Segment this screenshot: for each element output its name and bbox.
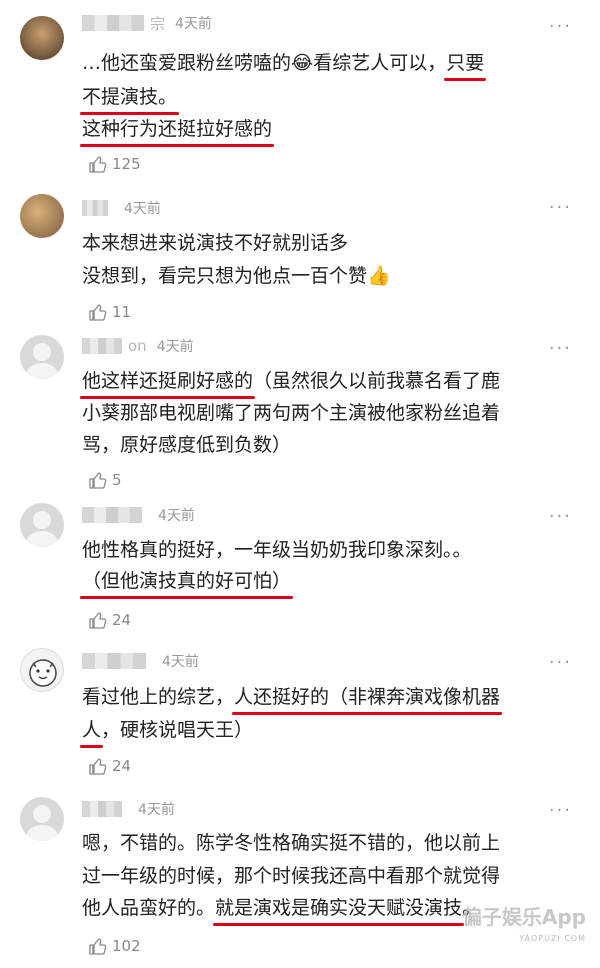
comment-text-line: 这种行为还挺拉好感的: [82, 118, 273, 140]
watermark: 偏子娱乐App YAOPUZI.COM: [462, 906, 586, 950]
more-options-icon[interactable]: ···: [549, 508, 572, 526]
avatar[interactable]: [20, 16, 64, 60]
more-options-icon[interactable]: ···: [549, 340, 572, 358]
comment-time: 4天前: [138, 802, 175, 818]
comment-text-line: 本来想进来说演技不好就别话多: [82, 232, 349, 254]
comment-text-line: 他人品蛮好的。就是演戏是确实没天赋没演技。: [82, 897, 482, 919]
more-options-icon[interactable]: ···: [549, 802, 572, 820]
like-count: 24: [112, 611, 132, 629]
username-mosaic: [82, 507, 142, 523]
comment-text-line: 他这样还挺刷好感的（虽然很久以前我慕名看了鹿: [82, 370, 501, 392]
avatar[interactable]: [20, 648, 64, 692]
comment-time: 4天前: [175, 16, 212, 32]
more-options-icon[interactable]: ···: [549, 18, 572, 36]
thumbs-up-icon: [89, 938, 107, 955]
like-count: 24: [112, 757, 132, 775]
cartoon-face-icon: [29, 659, 57, 687]
like-count: 102: [112, 937, 141, 955]
username-tail: 宗: [150, 14, 166, 33]
comment-text-line: 人，硬核说唱天王）: [82, 719, 254, 741]
thumbs-up-icon: [89, 758, 107, 775]
comment-text-line: 小葵那部电视剧嘴了两句两个主演被他家粉丝追着: [82, 402, 501, 424]
thumbs-up-icon: [89, 304, 107, 321]
comment-time: 4天前: [162, 654, 199, 670]
username-mosaic: [82, 200, 108, 216]
comment-text-line: （但他演技真的好可怕）: [82, 570, 292, 592]
username[interactable]: 4天前: [82, 506, 195, 524]
comment-time: 4天前: [156, 339, 194, 355]
more-options-icon[interactable]: ···: [549, 654, 572, 672]
like-button[interactable]: 11: [88, 302, 131, 322]
comment-text-line: 骂，原好感度低到负数）: [82, 434, 292, 456]
like-button[interactable]: 5: [88, 470, 122, 490]
like-count: 125: [112, 155, 141, 173]
thumbs-up-icon: [89, 472, 107, 489]
username-mosaic: [82, 801, 122, 817]
watermark-subtext: YAOPUZI.COM: [519, 934, 586, 943]
like-button[interactable]: 24: [88, 610, 131, 630]
like-count: 5: [112, 471, 122, 489]
avatar[interactable]: [20, 194, 64, 238]
thumbs-up-icon: [89, 156, 107, 173]
username[interactable]: 4天前: [82, 800, 175, 818]
like-button[interactable]: 102: [88, 936, 141, 956]
like-count: 11: [112, 303, 132, 321]
watermark-text: 偏子娱乐App: [461, 905, 586, 929]
comment-text-line: 不提演技。: [82, 86, 178, 108]
username-mosaic: [82, 653, 146, 669]
comment-text-line: 看过他上的综艺，人还挺好的（非裸奔演戏像机器: [82, 686, 501, 708]
avatar[interactable]: [20, 797, 64, 841]
avatar[interactable]: [20, 503, 64, 547]
comment-time: 4天前: [124, 201, 161, 217]
username[interactable]: 宗 4天前: [82, 14, 212, 33]
username[interactable]: 4天前: [82, 652, 199, 670]
username-mosaic: [82, 338, 122, 354]
username[interactable]: on 4天前: [82, 337, 194, 355]
username-tail: on: [128, 337, 147, 355]
avatar[interactable]: [20, 335, 64, 379]
like-button[interactable]: 24: [88, 756, 131, 776]
username[interactable]: 4天前: [82, 199, 161, 217]
username-mosaic: [82, 15, 144, 31]
comment-text-line: 过一年级的时候，那个时候我还高中看那个就觉得: [82, 865, 501, 887]
comment-time: 4天前: [158, 508, 195, 524]
like-button[interactable]: 125: [88, 154, 141, 174]
thumbs-up-icon: [89, 612, 107, 629]
comment-text-line: 没想到，看完只想为他点一百个赞👍: [82, 265, 391, 287]
comment-text-line: 嗯，不错的。陈学冬性格确实挺不错的，他以前上: [82, 832, 501, 854]
comment-text-line: 他性格真的挺好，一年级当奶奶我印象深刻。。: [82, 539, 472, 561]
more-options-icon[interactable]: ···: [549, 199, 572, 217]
comment-text-line: …他还蛮爱跟粉丝唠嗑的😂看综艺人可以，只要: [82, 52, 485, 74]
